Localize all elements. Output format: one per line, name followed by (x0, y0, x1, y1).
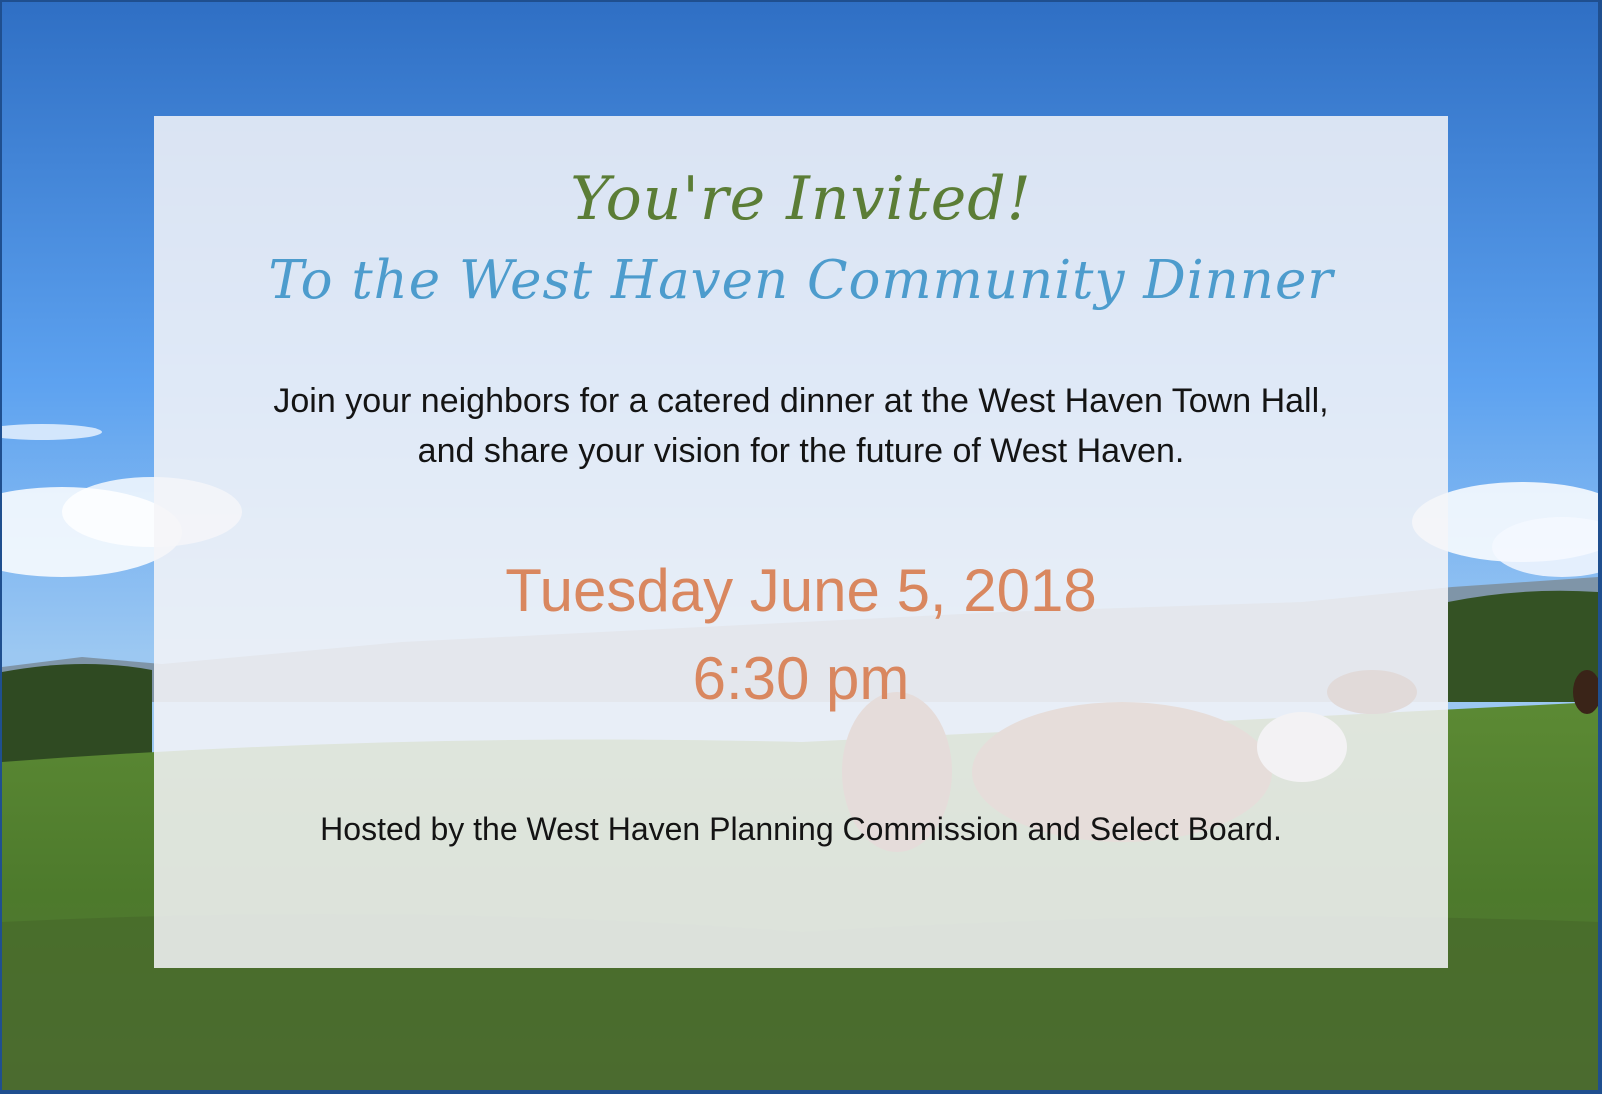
invitation-card: You're Invited! To the West Haven Commun… (154, 116, 1448, 968)
invitation-body-line-1: Join your neighbors for a catered dinner… (273, 382, 1329, 420)
invitation-title: You're Invited! (570, 164, 1032, 234)
event-date: Tuesday June 5, 2018 (505, 557, 1097, 624)
event-time: 6:30 pm (692, 645, 910, 712)
invitation-slide: You're Invited! To the West Haven Commun… (2, 2, 1598, 1090)
invitation-subtitle: To the West Haven Community Dinner (268, 250, 1334, 311)
invitation-body-line-2: and share your vision for the future of … (417, 432, 1185, 470)
host-note: Hosted by the West Haven Planning Commis… (320, 811, 1282, 847)
